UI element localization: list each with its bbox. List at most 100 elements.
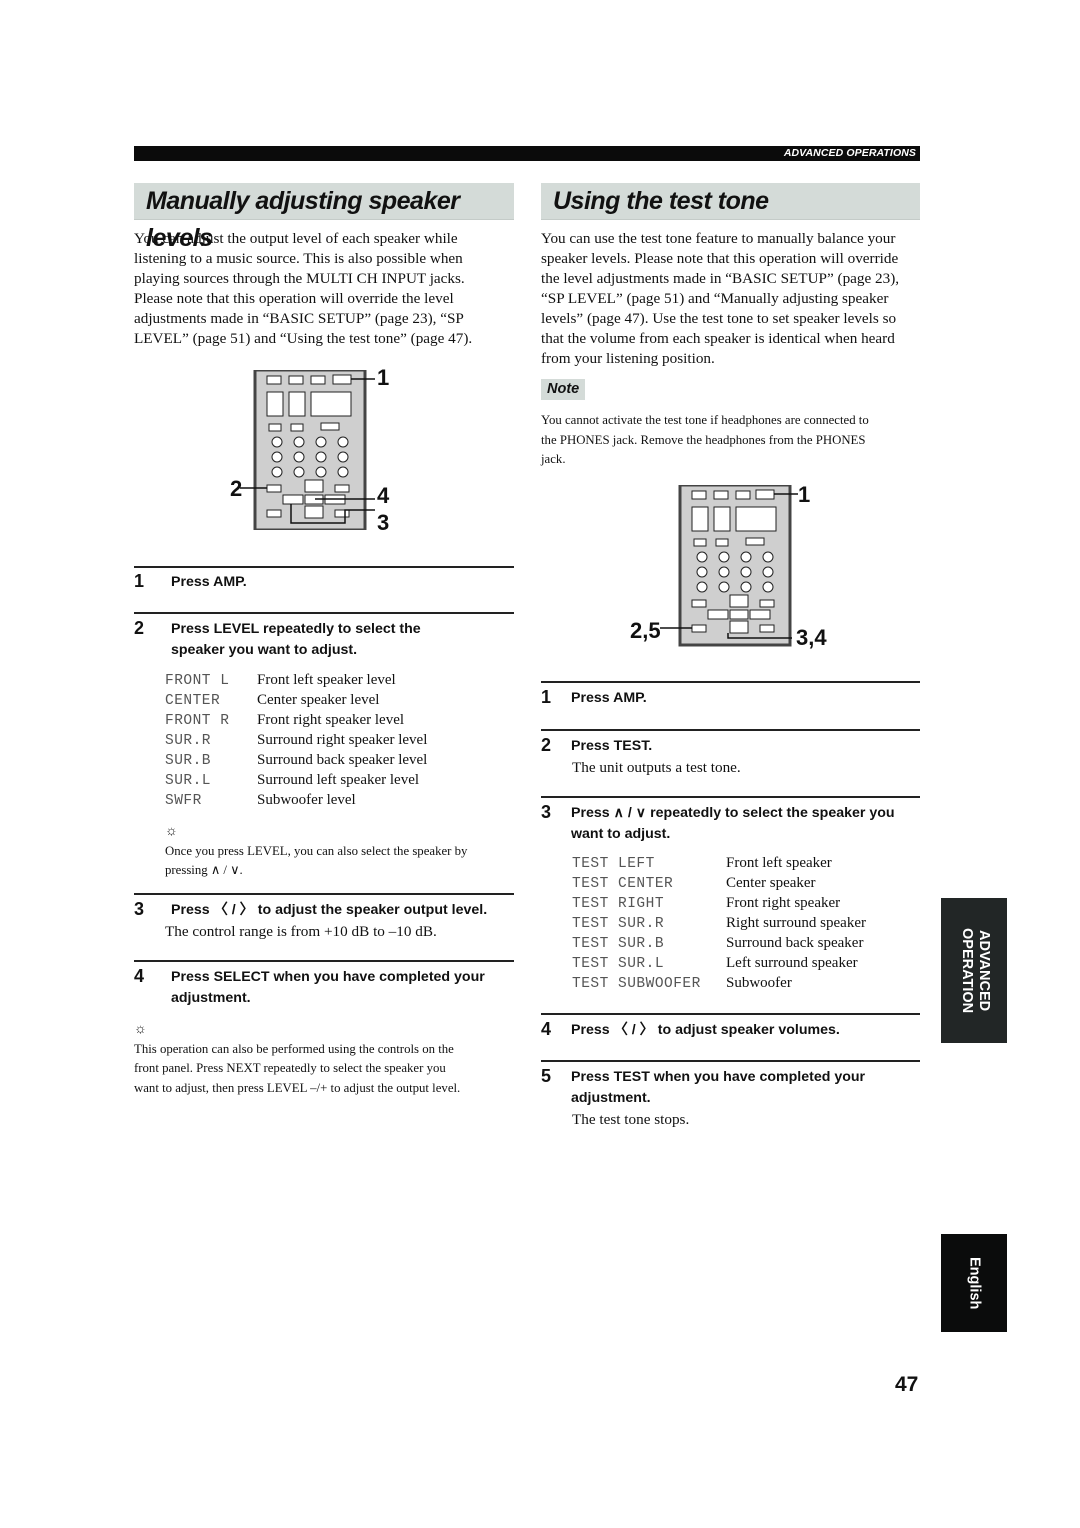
remote-illustration-left: 1 2 4 3 <box>225 365 395 535</box>
right-step-5: 5 Press TEST when you have completed you… <box>541 1066 920 1109</box>
section-label: ADVANCED OPERATIONS <box>783 147 916 159</box>
remote-control-icon <box>240 368 375 532</box>
tip-line: want to adjust, then press LEVEL –/+ to … <box>134 1080 461 1095</box>
divider <box>134 960 514 962</box>
step-number: 4 <box>541 1019 552 1039</box>
step-3-detail: The control range is from +10 dB to –10 … <box>165 923 437 940</box>
display-description: Front left speaker <box>726 855 832 871</box>
display-code: TEST RIGHT <box>572 896 665 912</box>
section-header-bar: ADVANCED OPERATIONS <box>134 146 920 161</box>
step-text: Press AMP. <box>571 690 647 706</box>
callout-3-4: 3,4 <box>796 625 827 650</box>
right-step-1: 1 Press AMP. <box>541 687 920 710</box>
display-row: CENTER Center speaker level <box>165 692 505 712</box>
callout-1: 1 <box>377 365 390 390</box>
display-code: TEST LEFT <box>572 856 655 872</box>
divider <box>541 1013 920 1015</box>
tip-icon: ☼ <box>134 1022 147 1037</box>
step-text: Press TEST when you have completed your … <box>571 1069 866 1106</box>
level-display-table: FRONT L Front left speaker level CENTER Cen… <box>165 672 505 812</box>
step-text: Press ∧ / ∨ repeatedly to select the spe… <box>571 805 895 842</box>
step-text: Press 〈 / 〉 to adjust the speaker output… <box>171 902 488 918</box>
display-description: Surround back speaker level <box>257 752 428 768</box>
step-2-detail: The unit outputs a test tone. <box>572 759 741 776</box>
display-code: TEST CENTER <box>572 876 674 892</box>
note-text: You cannot activate the test tone if hea… <box>541 411 931 470</box>
tip-1: ☼ Once you press LEVEL, you can also sel… <box>165 822 515 881</box>
display-description: Surround right speaker level <box>257 732 428 748</box>
tip-line: pressing ∧ / ∨. <box>165 863 243 877</box>
tip-icon: ☼ <box>165 824 178 839</box>
note-line: jack. <box>541 452 566 466</box>
test-display-table: TEST LEFT Front left speaker TEST CENTER Ce… <box>572 855 912 995</box>
tip-line: front panel. Press NEXT repeatedly to se… <box>134 1061 446 1075</box>
tip-line: This operation can also be performed usi… <box>134 1041 454 1056</box>
display-code: SUR.L <box>165 773 212 789</box>
page-number: 47 <box>895 1373 919 1396</box>
section-title-test-tone: Using the test tone <box>541 183 920 220</box>
divider <box>541 729 920 731</box>
step-text: Press AMP. <box>171 574 247 590</box>
right-intro: You can use the test tone feature to man… <box>541 229 931 369</box>
display-row: TEST SUBWOOFER Subwoofer <box>572 975 912 995</box>
step-5-detail: The test tone stops. <box>572 1111 690 1128</box>
display-row: SUR.L Surround left speaker level <box>165 772 505 792</box>
section-title-manual-levels: Manually adjusting speaker levels <box>134 183 514 252</box>
step-number: 5 <box>541 1066 552 1086</box>
display-code: FRONT R <box>165 713 230 729</box>
display-code: SWFR <box>165 793 202 809</box>
intro-line: that the volume from each speaker is ide… <box>541 330 895 347</box>
left-step-3: 3 Press 〈 / 〉 to adjust the speaker outp… <box>134 899 514 922</box>
divider <box>541 1060 920 1062</box>
note-line: the PHONES jack. Remove the headphones f… <box>541 432 866 447</box>
display-code: TEST SUR.B <box>572 936 665 952</box>
intro-line: listening to a music source. This is als… <box>134 250 463 267</box>
step-text: Press 〈 / 〉 to adjust speaker volumes. <box>571 1022 840 1038</box>
right-step-3: 3 Press ∧ / ∨ repeatedly to select the s… <box>541 802 920 845</box>
intro-line: playing sources through the MULTI CH INP… <box>134 270 465 287</box>
step-number: 3 <box>134 899 145 919</box>
intro-line: You can use the test tone feature to man… <box>541 230 896 247</box>
intro-line: speaker levels. Please note that this op… <box>541 250 899 267</box>
divider <box>541 681 920 683</box>
left-intro: You can adjust the output level of each … <box>134 229 524 349</box>
left-step-1: 1 Press AMP. <box>134 571 514 594</box>
callout-3: 3 <box>377 510 390 535</box>
display-code: FRONT L <box>165 673 230 689</box>
intro-line: Please note that this operation will ove… <box>134 290 454 307</box>
display-description: Surround back speaker <box>726 935 864 951</box>
side-tab-label: ADVANCED OPERATION <box>959 927 992 1014</box>
display-description: Subwoofer <box>726 975 792 991</box>
step-number: 2 <box>134 618 145 638</box>
display-row: SUR.B Surround back speaker level <box>165 752 505 772</box>
display-description: Subwoofer level <box>257 792 356 808</box>
step-text: Press TEST. <box>571 738 653 754</box>
side-tab-english[interactable]: English <box>941 1234 1007 1332</box>
left-step-4: 4 Press SELECT when you have completed y… <box>134 966 514 1009</box>
display-description: Right surround speaker <box>726 915 866 931</box>
display-row: TEST SUR.L Left surround speaker <box>572 955 912 975</box>
display-row: SUR.R Surround right speaker level <box>165 732 505 752</box>
intro-line: from your listening position. <box>541 350 715 367</box>
display-row: FRONT R Front right speaker level <box>165 712 505 732</box>
tip-line: Once you press LEVEL, you can also selec… <box>165 843 468 858</box>
step-number: 4 <box>134 966 145 986</box>
intro-line: LEVEL” (page 51) and “Using the test ton… <box>134 330 473 347</box>
intro-line: levels” (page 47). Use the test tone to … <box>541 310 897 327</box>
display-description: Center speaker level <box>257 692 380 708</box>
callout-1: 1 <box>798 482 811 507</box>
callout-2-5: 2,5 <box>630 618 661 643</box>
display-row: FRONT L Front left speaker level <box>165 672 505 692</box>
display-code: SUR.R <box>165 733 212 749</box>
display-row: TEST LEFT Front left speaker <box>572 855 912 875</box>
right-step-2: 2 Press TEST. <box>541 735 920 758</box>
divider <box>134 893 514 895</box>
step-number: 2 <box>541 735 552 755</box>
side-tab-advanced-operation[interactable]: ADVANCED OPERATION <box>941 898 1007 1043</box>
step-number: 1 <box>541 687 552 707</box>
divider <box>134 566 514 568</box>
display-row: TEST SUR.R Right surround speaker <box>572 915 912 935</box>
display-code: CENTER <box>165 693 221 709</box>
remote-illustration-right: 1 2,5 3,4 <box>620 482 840 655</box>
right-step-4: 4 Press 〈 / 〉 to adjust speaker volumes. <box>541 1019 920 1042</box>
